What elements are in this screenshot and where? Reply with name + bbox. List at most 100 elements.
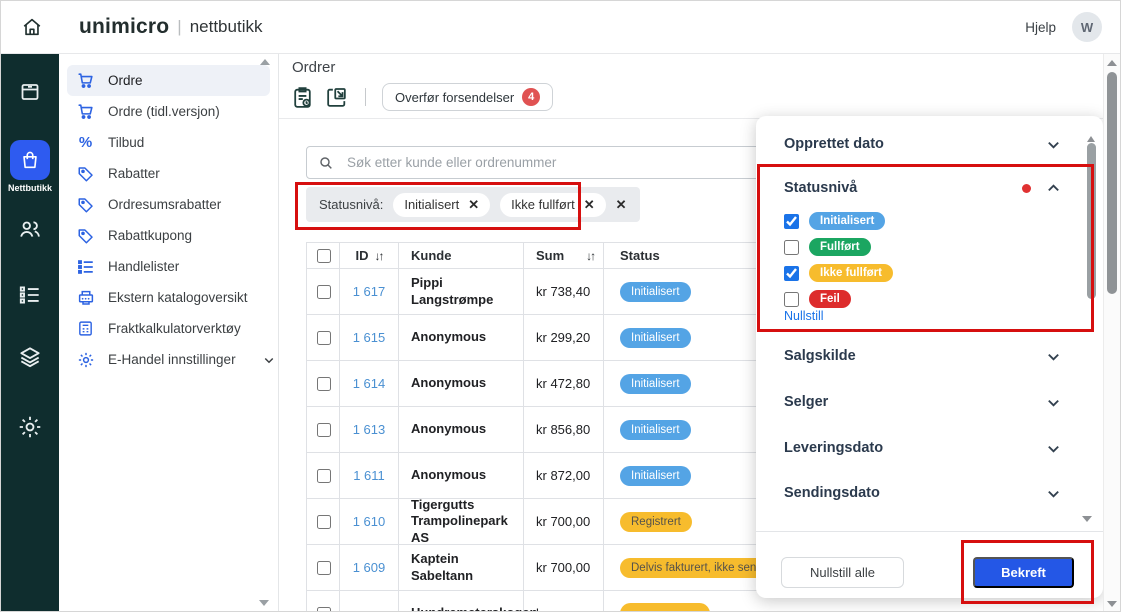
checklist-icon[interactable]	[1, 282, 59, 308]
scroll-down-icon[interactable]	[1107, 601, 1117, 607]
status-badge: Initialisert	[620, 374, 691, 394]
order-sum: kr 700,00	[524, 499, 604, 544]
customer-name: Anonymous	[399, 315, 524, 360]
nullstill-link[interactable]: Nullstill	[784, 309, 824, 323]
option-ikke-fullfort[interactable]: Ikke fullført	[784, 264, 893, 282]
panel-scroll-up-icon[interactable]	[1087, 119, 1095, 142]
remove-chip-icon[interactable]: ✕	[584, 197, 595, 213]
sidebar-item-label: Handlelister	[108, 259, 179, 274]
checkbox-fullfort[interactable]	[784, 240, 799, 255]
section-statusniva[interactable]: Statusnivå	[784, 175, 1061, 201]
page-title: Ordrer	[292, 59, 335, 76]
export-orders-icon[interactable]	[324, 85, 349, 110]
chevron-down-icon	[1046, 137, 1061, 152]
order-id-link[interactable]: 1 614	[353, 376, 386, 391]
sidebar-item-label: Fraktkalkulatorverktøy	[108, 321, 241, 336]
row-checkbox[interactable]	[317, 469, 331, 483]
clipboard-report-icon[interactable]	[290, 85, 315, 110]
sidebar-item-ordresumsrabatter[interactable]: Ordresumsrabatter	[67, 189, 270, 220]
sidebar-item-rabatter[interactable]: Rabatter	[67, 158, 270, 189]
sidebar-item-ekstern-katalogoversikt[interactable]: Ekstern katalogoversikt	[67, 282, 270, 313]
panel-scroll-down-icon[interactable]	[1082, 516, 1092, 522]
transfer-shipments-button[interactable]: Overfør forsendelser 4	[382, 83, 553, 111]
sidebar-item-fraktkalkulatorverktoy[interactable]: Fraktkalkulatorverktøy	[67, 313, 270, 344]
section-salgskilde[interactable]: Salgskilde	[784, 343, 1061, 369]
sidenav-scroll-up-icon[interactable]	[260, 59, 270, 65]
row-checkbox[interactable]	[317, 377, 331, 391]
sidebar-item-ordre[interactable]: Ordre	[67, 65, 270, 96]
status-badge: Initialisert	[620, 328, 691, 348]
filter-chip-group: Statusnivå: Initialisert ✕ Ikke fullført…	[306, 187, 640, 222]
chip-text: Ikke fullført	[511, 197, 575, 212]
cart-icon	[76, 102, 95, 121]
home-icon[interactable]	[21, 16, 43, 38]
section-label: Statusnivå	[784, 180, 857, 196]
brand-logo: unimicro | nettbutikk	[79, 15, 262, 39]
topbar: unimicro | nettbutikk Hjelp W	[1, 1, 1120, 54]
settings-gear-icon[interactable]	[1, 414, 59, 440]
row-checkbox[interactable]	[317, 331, 331, 345]
section-selger[interactable]: Selger	[784, 389, 1061, 415]
sort-sum-icon[interactable]: ↓↑	[586, 249, 594, 263]
help-link[interactable]: Hjelp	[1025, 20, 1056, 35]
sidebar-item-label: Ordre	[108, 73, 143, 88]
layers-icon[interactable]	[1, 344, 59, 370]
order-id-link[interactable]: 1 613	[353, 422, 386, 437]
row-checkbox[interactable]	[317, 285, 331, 299]
order-id-link[interactable]: 1 609	[353, 560, 386, 575]
checkbox-initialisert[interactable]	[784, 214, 799, 229]
panel-footer: Nullstill alle Bekreft	[756, 531, 1103, 598]
chip-text: Initialisert	[404, 197, 459, 212]
chevron-down-icon	[263, 354, 275, 366]
order-sum: kr 872,00	[524, 453, 604, 498]
row-checkbox[interactable]	[317, 423, 331, 437]
checkbox-ikke-fullfort[interactable]	[784, 266, 799, 281]
row-checkbox[interactable]	[317, 607, 331, 612]
sidebar-item-handlelister[interactable]: Handlelister	[67, 251, 270, 282]
order-id-link[interactable]: 1 617	[353, 284, 386, 299]
confirm-button[interactable]: Bekreft	[973, 557, 1074, 588]
panel-scrollbar-thumb[interactable]	[1087, 143, 1096, 299]
option-initialisert[interactable]: Initialisert	[784, 212, 893, 230]
filter-chip-ikke-fullfort[interactable]: Ikke fullført ✕	[500, 193, 605, 217]
sidebar-item-ordre-tidl[interactable]: Ordre (tidl.versjon)	[67, 96, 270, 127]
order-id-link[interactable]: 1 615	[353, 330, 386, 345]
sidebar-item-rabattkupong[interactable]: Rabattkupong	[67, 220, 270, 251]
clear-all-chips-icon[interactable]: ✕	[616, 197, 627, 213]
option-feil[interactable]: Feil	[784, 290, 893, 308]
sidebar-item-label: Tilbud	[108, 135, 144, 150]
page-scrollbar[interactable]	[1103, 54, 1120, 612]
row-checkbox[interactable]	[317, 561, 331, 575]
filter-chip-initialisert[interactable]: Initialisert ✕	[393, 193, 490, 217]
select-all-checkbox[interactable]	[317, 249, 331, 263]
users-icon[interactable]	[1, 216, 59, 242]
sidebar-item-label: Rabatter	[108, 166, 160, 181]
remove-chip-icon[interactable]: ✕	[468, 197, 479, 213]
section-opprettet-dato[interactable]: Opprettet dato	[784, 131, 1061, 157]
row-checkbox[interactable]	[317, 515, 331, 529]
order-id-link[interactable]: 1 610	[353, 514, 386, 529]
option-fullfort[interactable]: Fullført	[784, 238, 893, 256]
scroll-up-icon[interactable]	[1107, 60, 1117, 66]
sidenav-scroll-down-icon[interactable]	[259, 600, 269, 606]
sidebar-item-tilbud[interactable]: % Tilbud	[67, 127, 270, 158]
gear-icon	[76, 350, 95, 369]
section-sendingsdato[interactable]: Sendingsdato	[784, 480, 1061, 506]
avatar[interactable]: W	[1072, 12, 1102, 42]
panel-scrollbar[interactable]	[1087, 119, 1096, 524]
order-id-link[interactable]: 1 611	[353, 468, 385, 483]
sidenav: Ordre Ordre (tidl.versjon) % Tilbud Raba…	[59, 54, 279, 612]
percent-icon: %	[76, 133, 95, 152]
sort-id-icon[interactable]: ↓↑	[375, 249, 383, 263]
checkbox-feil[interactable]	[784, 292, 799, 307]
sidebar-item-ehandel-innstillinger[interactable]: E-Handel innstillinger	[67, 344, 270, 375]
archive-icon[interactable]	[1, 80, 59, 104]
reset-all-button[interactable]: Nullstill alle	[781, 557, 904, 588]
section-leveringsdato[interactable]: Leveringsdato	[784, 435, 1061, 461]
brand-suffix: nettbutikk	[190, 17, 263, 37]
nettbutikk-shop-icon[interactable]	[10, 140, 50, 180]
order-sum: kr 856,80	[524, 407, 604, 452]
order-sum: kr 700,00	[524, 545, 604, 590]
page-scrollbar-thumb[interactable]	[1107, 72, 1117, 294]
sidebar-item-label: Ordre (tidl.versjon)	[108, 104, 220, 119]
